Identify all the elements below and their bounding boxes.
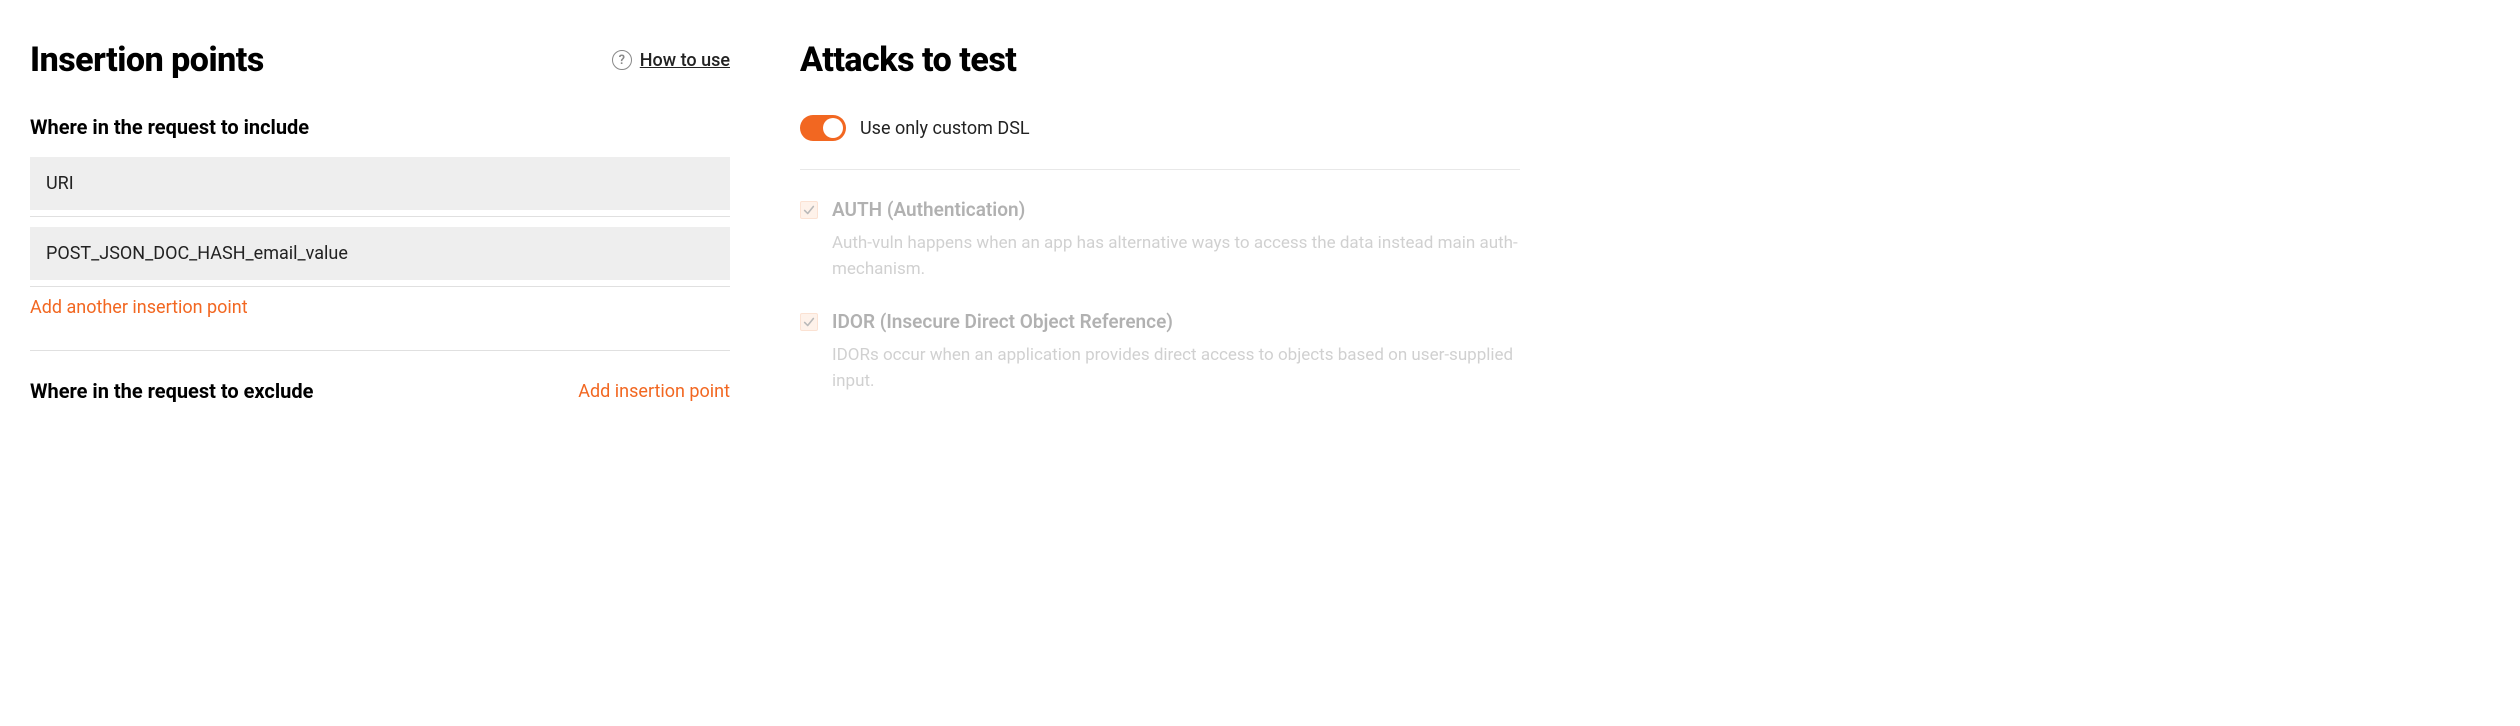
- add-insertion-point-include[interactable]: Add another insertion point: [30, 297, 248, 318]
- divider: [30, 286, 730, 287]
- divider: [30, 216, 730, 217]
- insertion-points-panel: Insertion points ? How to use Where in t…: [30, 40, 730, 422]
- add-insertion-point-exclude[interactable]: Add insertion point: [578, 381, 730, 402]
- attacks-title: Attacks to test: [800, 40, 1016, 80]
- custom-dsl-toggle-label: Use only custom DSL: [860, 118, 1030, 139]
- attack-item-auth: AUTH (Authentication) Auth-vuln happens …: [800, 198, 1520, 282]
- attacks-panel: Attacks to test Use only custom DSL AUTH…: [800, 40, 1520, 422]
- check-icon: [802, 203, 816, 217]
- attack-title: AUTH (Authentication): [832, 198, 1025, 221]
- insertion-point-item[interactable]: URI: [30, 157, 730, 210]
- how-to-use-link[interactable]: ? How to use: [612, 50, 730, 71]
- divider: [30, 350, 730, 351]
- attack-title: IDOR (Insecure Direct Object Reference): [832, 310, 1173, 333]
- insertion-points-title: Insertion points: [30, 40, 264, 80]
- check-icon: [802, 315, 816, 329]
- exclude-section-label: Where in the request to exclude: [30, 379, 313, 403]
- attack-checkbox[interactable]: [800, 313, 818, 331]
- insertion-point-item[interactable]: POST_JSON_DOC_HASH_email_value: [30, 227, 730, 280]
- divider: [800, 169, 1520, 170]
- attack-description: IDORs occur when an application provides…: [832, 343, 1520, 394]
- include-section-label: Where in the request to include: [30, 115, 730, 139]
- attack-checkbox[interactable]: [800, 201, 818, 219]
- toggle-knob: [823, 118, 843, 138]
- how-to-use-label: How to use: [640, 50, 730, 71]
- custom-dsl-toggle[interactable]: [800, 115, 846, 141]
- attack-description: Auth-vuln happens when an app has altern…: [832, 231, 1520, 282]
- attack-item-idor: IDOR (Insecure Direct Object Reference) …: [800, 310, 1520, 394]
- help-icon: ?: [612, 50, 632, 70]
